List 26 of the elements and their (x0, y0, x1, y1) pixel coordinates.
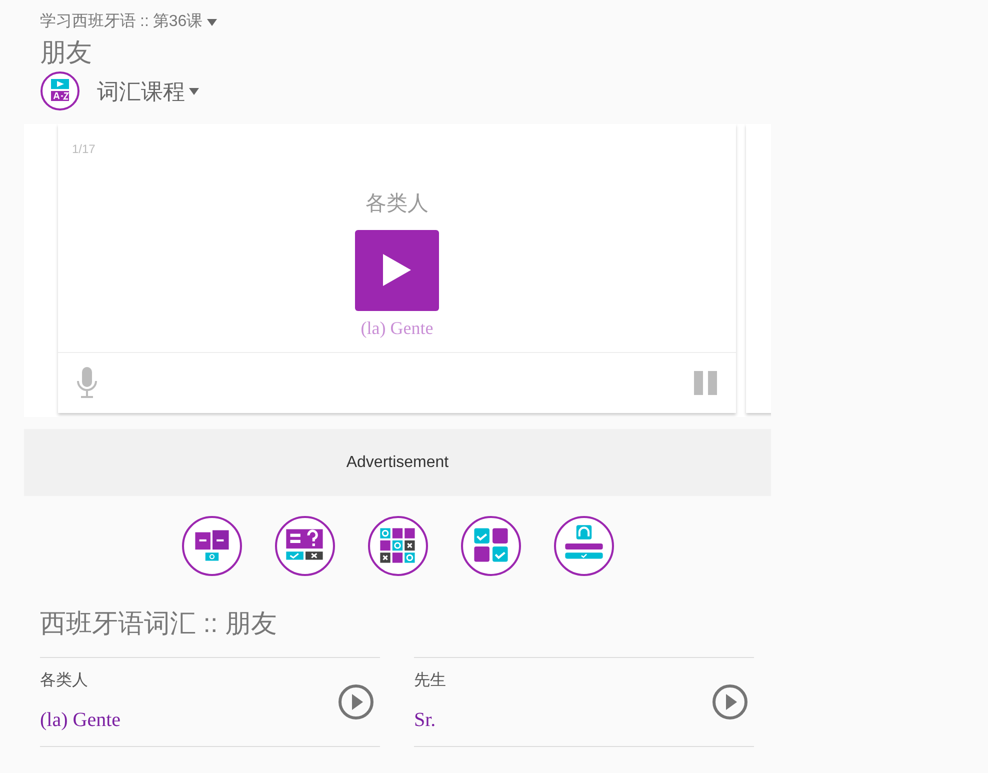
breadcrumb-link[interactable]: 学习西班牙语 (40, 10, 136, 34)
card-translation: (la) Gente (360, 316, 434, 340)
vocab-translation: (la) Gente (40, 708, 121, 733)
card-word: 各类人 (366, 190, 428, 217)
play-audio-icon[interactable] (338, 684, 374, 720)
cards-game-icon[interactable] (182, 516, 242, 576)
page-title: 朋友 (40, 37, 92, 67)
headphones-icon[interactable] (554, 516, 614, 576)
play-icon (383, 254, 411, 286)
vocab-word: 各类人 (40, 670, 89, 691)
card-counter: 1/17 (72, 141, 96, 158)
breadcrumb-separator: :: (140, 12, 149, 32)
lesson-link[interactable]: 第36课 (152, 10, 203, 34)
caret-icon[interactable] (189, 88, 199, 94)
section-title: 西班牙语词汇 :: 朋友 (40, 608, 277, 638)
checkbox-grid-icon[interactable] (460, 516, 520, 576)
advertisement-banner: Advertisement (24, 429, 771, 496)
vocab-word: 先生 (414, 670, 446, 691)
tic-tac-toe-icon[interactable] (368, 516, 428, 576)
vocab-translation: Sr. (414, 708, 437, 733)
play-button[interactable] (355, 230, 439, 310)
caret-icon[interactable] (206, 18, 217, 26)
vocabulary-lesson-icon (40, 71, 80, 111)
quiz-icon[interactable] (274, 516, 334, 576)
play-audio-icon[interactable] (712, 684, 748, 720)
lesson-type-dropdown[interactable]: 词汇课程 (97, 74, 199, 108)
